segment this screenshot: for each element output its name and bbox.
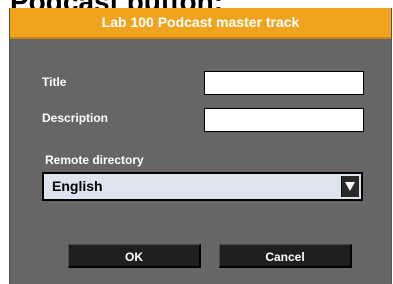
cancel-button[interactable]: Cancel <box>219 244 352 268</box>
remote-directory-value: English <box>52 178 103 194</box>
remote-directory-label: Remote directory <box>45 153 144 167</box>
dialog-title: Lab 100 Podcast master track <box>10 8 391 39</box>
podcast-dialog: Lab 100 Podcast master track Title Descr… <box>9 8 392 284</box>
title-input[interactable] <box>204 71 364 95</box>
ok-button[interactable]: OK <box>68 244 201 268</box>
chevron-down-icon[interactable] <box>341 176 359 197</box>
description-label: Description <box>42 111 109 125</box>
description-input[interactable] <box>204 108 364 132</box>
title-label: Title <box>42 75 67 89</box>
remote-directory-select[interactable]: English <box>42 172 363 201</box>
